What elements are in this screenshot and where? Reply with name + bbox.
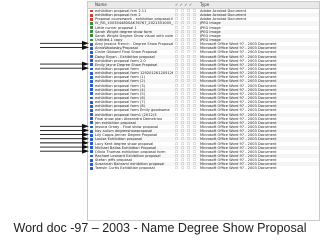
status-checkbox[interactable]: ☐ <box>187 166 190 170</box>
status-checkbox[interactable]: ☐ <box>193 166 196 170</box>
doc-icon <box>90 129 93 133</box>
jpg-icon <box>90 26 93 30</box>
doc-icon <box>90 154 93 158</box>
doc-icon <box>90 150 93 154</box>
file-row[interactable]: Tamsin Curtis Exhibition proposal ☐ ☐ ☐ ☐ Mic… <box>88 166 319 170</box>
arrow-annotations <box>40 40 89 154</box>
jpg-icon <box>90 30 93 34</box>
arrow-head <box>82 148 89 154</box>
jpg-icon <box>90 38 93 42</box>
arrow-head <box>82 123 89 129</box>
doc-icon <box>90 142 93 145</box>
arrow-head <box>82 140 89 146</box>
arrow-head <box>82 40 89 46</box>
doc-icon <box>90 133 93 137</box>
doc-icon <box>90 59 93 63</box>
caption: Word doc -97 – 2003 - Name Degree Show P… <box>13 221 307 235</box>
doc-icon <box>90 108 93 112</box>
doc-icon <box>90 117 93 121</box>
doc-icon <box>90 79 93 83</box>
arrow-head <box>82 61 89 67</box>
doc-icon <box>90 137 93 141</box>
arrow-head <box>82 128 89 133</box>
doc-icon <box>90 104 93 108</box>
pdf-icon <box>90 17 93 21</box>
doc-icon <box>90 88 93 92</box>
arrow-head <box>82 144 89 150</box>
arrow-head <box>82 65 89 71</box>
doc-icon <box>90 166 93 170</box>
pdf-icon <box>90 13 93 17</box>
file-list-panel: Name ✓ ✓ ✓ ✓ Type exhibition proposal.fc… <box>87 1 320 221</box>
doc-icon <box>90 67 93 71</box>
doc-icon <box>90 42 93 46</box>
doc-icon <box>90 113 93 116</box>
doc-icon <box>90 75 93 79</box>
arrow-head <box>82 136 89 142</box>
doc-icon <box>90 162 93 166</box>
status-column-header[interactable]: ✓ ✓ ✓ ✓ <box>175 2 192 8</box>
doc-icon <box>90 63 93 67</box>
column-header: Name ✓ ✓ ✓ ✓ Type <box>88 2 319 9</box>
status-checkbox[interactable]: ☐ <box>175 166 178 170</box>
doc-icon <box>90 125 93 129</box>
doc-icon <box>90 92 93 96</box>
doc-icon <box>90 100 93 104</box>
type-column-header[interactable]: Type <box>200 2 209 8</box>
jpg-icon <box>90 34 93 38</box>
doc-icon <box>90 46 93 50</box>
doc-icon <box>90 96 93 100</box>
doc-icon <box>90 84 93 88</box>
doc-icon <box>90 71 93 75</box>
doc-icon <box>90 55 93 59</box>
jpg-icon <box>90 22 93 25</box>
file-name: Tamsin Curtis Exhibition proposal <box>95 166 155 171</box>
doc-icon <box>90 146 93 150</box>
pdf-icon <box>90 9 93 13</box>
arrow-head <box>82 45 89 50</box>
doc-icon <box>90 51 93 54</box>
doc-icon <box>90 158 93 162</box>
status-checkbox[interactable]: ☐ <box>181 166 184 170</box>
doc-icon <box>90 121 93 125</box>
file-rows: exhibition proposal.fcm 2.11 ☐ ☐ ☐ ☐ Adobe Ac… <box>88 9 319 170</box>
arrow-head <box>82 132 89 137</box>
file-type: Microsoft Office Word 97 - 2003 Document <box>200 166 277 171</box>
name-column-header[interactable]: Name <box>95 2 107 8</box>
